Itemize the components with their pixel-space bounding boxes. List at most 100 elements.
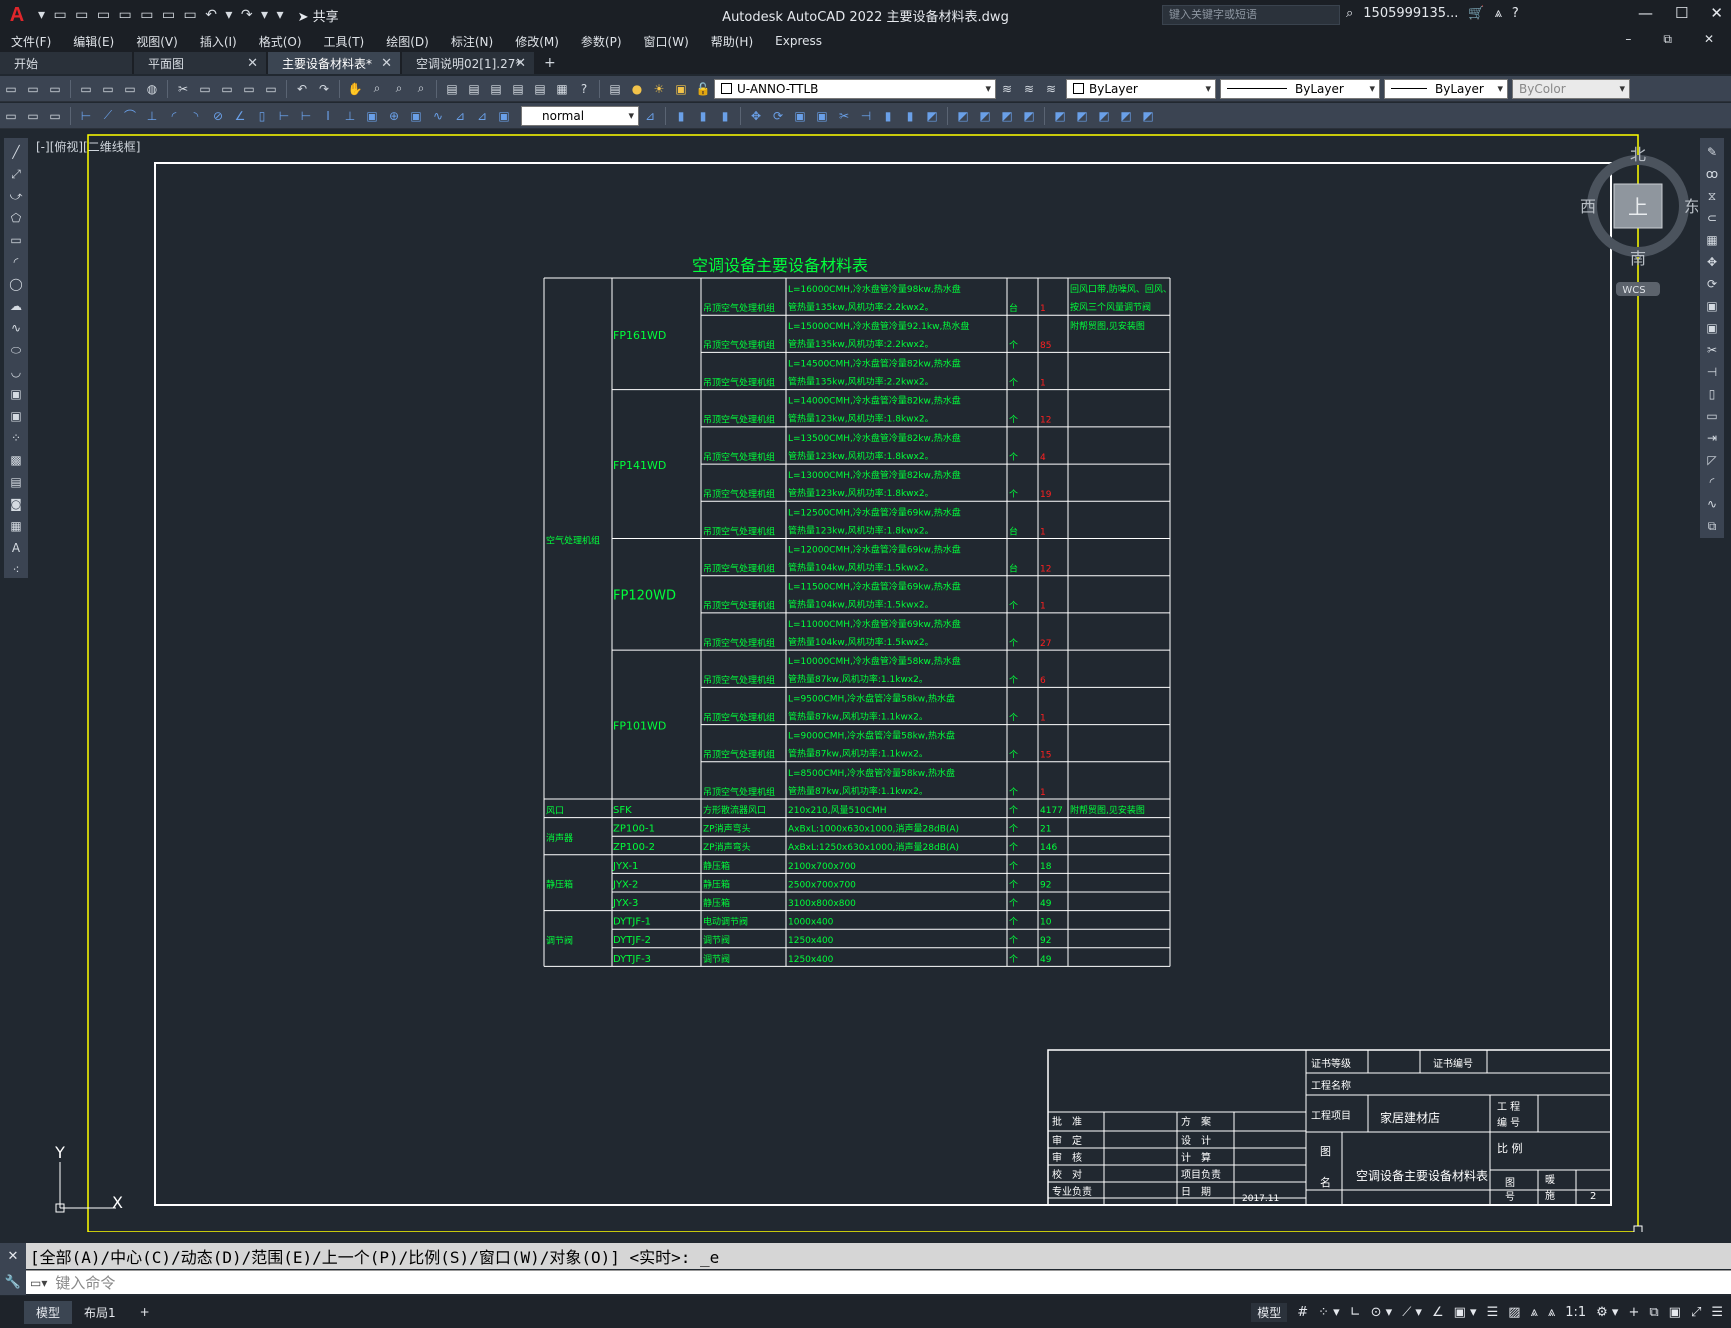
copy-obj-icon[interactable]: ▮ (694, 107, 712, 125)
dim-break-icon[interactable]: ⊥ (341, 107, 359, 125)
viewcube[interactable]: 上 北 南 西 东 WCS (1578, 146, 1698, 316)
polyline-icon[interactable]: ⤻ (10, 186, 23, 206)
dim-jogged-icon[interactable]: ◝ (187, 107, 205, 125)
save-icon[interactable]: ▭ (46, 80, 64, 98)
chamfer-icon[interactable]: ◸ (1707, 450, 1716, 470)
new-tab-button[interactable]: + (544, 55, 556, 71)
help-icon[interactable]: ? (1512, 6, 1519, 21)
xref-icon[interactable]: ◩ (1051, 107, 1069, 125)
3d-dwf-icon[interactable]: ◍ (143, 80, 161, 98)
dim-baseline-icon[interactable]: ⊢ (275, 107, 293, 125)
jogged-linear-icon[interactable]: ∿ (429, 107, 447, 125)
layer-freeze-icon[interactable]: ☀ (650, 80, 668, 98)
publish-icon[interactable]: ▭ (121, 80, 139, 98)
sheetset-icon[interactable]: ▤ (509, 80, 527, 98)
hyperlink-icon[interactable]: ◩ (1139, 107, 1157, 125)
compass-east[interactable]: 东 (1684, 197, 1698, 216)
join-icon[interactable]: ▮ (901, 107, 919, 125)
minimize-icon[interactable]: — (1638, 4, 1653, 22)
extend-icon[interactable]: ⊣ (857, 107, 875, 125)
trim-icon[interactable]: ✂ (835, 107, 853, 125)
clean-screen-icon[interactable]: ⤢ (1691, 1305, 1701, 1320)
transparency-icon[interactable]: ▨ (1508, 1305, 1520, 1320)
search-icon[interactable]: ⌕ (1346, 6, 1353, 21)
join-icon[interactable]: ⇥ (1707, 428, 1717, 448)
tab-start[interactable]: 开始 (0, 52, 132, 74)
open-icon[interactable]: ▭ (24, 80, 42, 98)
annotation-scale[interactable]: 1:1 (1565, 1305, 1586, 1320)
customization-icon[interactable]: ☰ (1711, 1305, 1723, 1320)
tool-icon[interactable]: ▭ (46, 107, 64, 125)
new-icon[interactable]: ▭ (2, 80, 20, 98)
table-icon[interactable]: ▦ (10, 516, 21, 536)
close-icon[interactable]: ✕ (515, 56, 526, 71)
doc-close-icon[interactable]: ✕ (1693, 32, 1725, 47)
plot-icon[interactable]: ▭ (77, 80, 95, 98)
snap-icon[interactable]: ⁘ ▾ (1318, 1305, 1340, 1320)
annotation-monitor-icon[interactable]: + (1628, 1305, 1639, 1320)
calculator-icon[interactable]: ▦ (553, 80, 571, 98)
layer-state-icon[interactable]: ≋ (1042, 80, 1060, 98)
cut-icon[interactable]: ✂ (174, 80, 192, 98)
tab-floorplan[interactable]: 平面图 ✕ (134, 52, 266, 74)
menu-tools[interactable]: 工具(T) (313, 33, 376, 50)
menu-insert[interactable]: 插入(I) (189, 33, 248, 50)
osnap-track-icon[interactable]: ∠ (1432, 1305, 1444, 1320)
tool-icon[interactable]: ▭ (2, 107, 20, 125)
close-icon[interactable]: ✕ (247, 56, 258, 71)
menu-draw[interactable]: 绘图(D) (375, 33, 440, 50)
trim-icon[interactable]: ✂ (1707, 340, 1717, 360)
dim-continue-icon[interactable]: ⊢ (297, 107, 315, 125)
hardware-accel-icon[interactable]: ▣ (1669, 1305, 1681, 1320)
model-tab[interactable]: 模型 (24, 1300, 73, 1324)
revcloud-icon[interactable]: ☁ (10, 296, 22, 316)
copy-icon[interactable]: ▭ (196, 80, 214, 98)
markup-icon[interactable]: ▤ (531, 80, 549, 98)
layout1-tab[interactable]: 布局1 (72, 1301, 128, 1324)
model-space-button[interactable]: 模型 (1251, 1302, 1288, 1322)
inspect-icon[interactable]: ▣ (407, 107, 425, 125)
array-icon[interactable]: ▦ (1706, 230, 1717, 250)
workspace-icon[interactable]: ⚙ ▾ (1596, 1305, 1618, 1320)
ellipse-icon[interactable]: ⬭ (11, 340, 21, 360)
explode-icon[interactable]: ◩ (954, 107, 972, 125)
lineweight-dropdown[interactable]: ByLayer (1384, 78, 1508, 99)
maximize-icon[interactable]: ☐ (1675, 4, 1688, 22)
dimstyle-dropdown[interactable]: normal (521, 105, 639, 126)
tab-equipment-list[interactable]: 主要设备材料表* ✕ (268, 52, 400, 74)
command-prompt-icon[interactable]: ▭▾ (30, 1276, 47, 1290)
dim-text-edit-icon[interactable]: ⊿ (473, 107, 491, 125)
lineweight-icon[interactable]: ☰ (1487, 1305, 1499, 1320)
quick-dim-icon[interactable]: ▯ (253, 107, 271, 125)
properties-icon[interactable]: ▤ (443, 80, 461, 98)
arc-icon[interactable]: ◜ (14, 252, 19, 272)
menu-dimension[interactable]: 标注(N) (440, 33, 504, 50)
layer-manager-icon[interactable]: ▤ (606, 80, 624, 98)
tolerance-icon[interactable]: ▣ (363, 107, 381, 125)
move-icon[interactable]: ✥ (1707, 252, 1717, 272)
fillet-icon[interactable]: ◜ (1710, 472, 1715, 492)
ole-icon[interactable]: ◩ (1117, 107, 1135, 125)
quick-access-toolbar[interactable]: ▾ ▭ ▭ ▭ ▭ ▭ ▭ ▭ ↶ ▾ ↷ ▾ ▾ (38, 7, 286, 23)
rotate-icon[interactable]: ⟳ (1707, 274, 1717, 294)
dim-diameter-icon[interactable]: ⊘ (209, 107, 227, 125)
tool-palettes-icon[interactable]: ▤ (487, 80, 505, 98)
close-command-icon[interactable]: ✕ (8, 1249, 19, 1264)
layer-vp-icon[interactable]: ▣ (672, 80, 690, 98)
preview-icon[interactable]: ▭ (99, 80, 117, 98)
menu-view[interactable]: 视图(V) (125, 33, 189, 50)
dim-style-icon[interactable]: ⊿ (641, 107, 659, 125)
compass-south[interactable]: 南 (1630, 249, 1646, 268)
block-edit-icon[interactable]: ▭ (262, 80, 280, 98)
share-button[interactable]: ➤ 共享 (298, 6, 339, 25)
customize-icon[interactable]: 🔧 (5, 1275, 21, 1290)
design-center-icon[interactable]: ▤ (465, 80, 483, 98)
attdef-icon[interactable]: ◩ (998, 107, 1016, 125)
layer-previous-icon[interactable]: ≋ (1020, 80, 1038, 98)
close-icon[interactable]: ✕ (1710, 4, 1723, 22)
pan-icon[interactable]: ✋ (346, 80, 364, 98)
scale-icon[interactable]: ▣ (1706, 296, 1717, 316)
menu-help[interactable]: 帮助(H) (700, 33, 764, 50)
isolate-icon[interactable]: ⧉ (1649, 1305, 1658, 1320)
gradient-icon[interactable]: ▤ (10, 472, 21, 492)
